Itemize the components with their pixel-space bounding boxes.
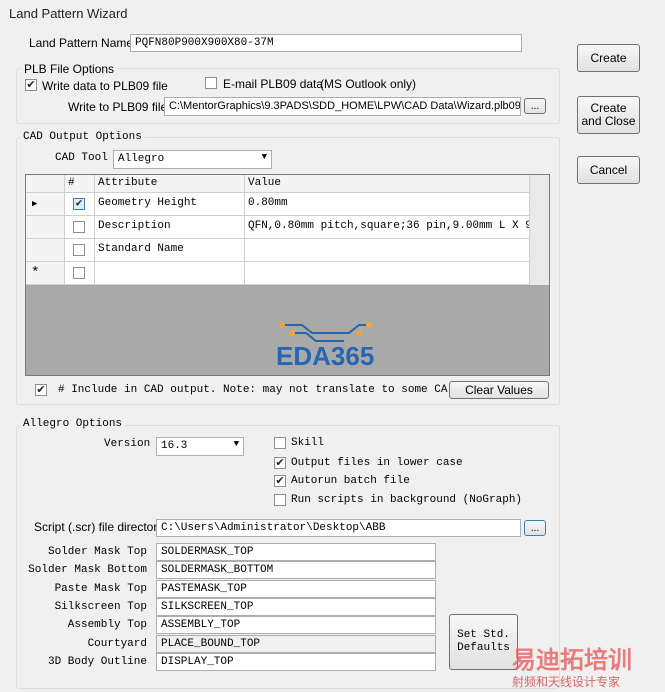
grid-corner <box>26 175 65 193</box>
clear-values-button[interactable]: Clear Values <box>449 381 549 399</box>
row-selector[interactable] <box>26 216 65 239</box>
eda365-logo: EDA365 <box>274 315 394 375</box>
table-cell-attribute[interactable]: Standard Name <box>95 239 245 262</box>
skill-checkbox[interactable] <box>274 437 286 449</box>
script-dir-browse-button[interactable]: ... <box>524 520 546 536</box>
layer-input-silkscreen-top[interactable]: SILKSCREEN_TOP <box>156 598 436 616</box>
layer-label-paste-mask-top: Paste Mask Top <box>54 583 147 595</box>
row-include-checkbox[interactable] <box>73 221 85 233</box>
table-cell-value[interactable]: 0.80mm <box>245 193 530 216</box>
row-selector-new[interactable]: * <box>26 262 65 285</box>
chevron-down-icon: ▼ <box>233 439 239 449</box>
plb-path-input[interactable]: C:\MentorGraphics\9.3PADS\SDD_HOME\LPW\C… <box>164 97 521 116</box>
table-cell-value[interactable]: QFN,0.80mm pitch,square;36 pin,9.00mm L … <box>245 216 530 239</box>
layer-label-3d-body-outline: 3D Body Outline <box>47 656 147 668</box>
logo-text: EDA365 <box>276 341 375 371</box>
table-cell-attribute[interactable] <box>95 262 245 285</box>
column-header-value[interactable]: Value <box>245 175 530 193</box>
cad-tool-select[interactable]: Allegro ▼ <box>113 150 272 169</box>
column-header-number[interactable]: # <box>65 175 95 193</box>
watermark-sub: 射频和天线设计专家 <box>512 675 621 689</box>
layer-input-assembly-top[interactable]: ASSEMBLY_TOP <box>156 616 436 634</box>
watermark-main: 易迪拓培训 <box>512 646 632 674</box>
row-selector-current[interactable]: ▶ <box>26 193 65 216</box>
table-row-checkbox-cell[interactable]: ✔ <box>65 193 95 216</box>
table-row-checkbox-cell[interactable] <box>65 262 95 285</box>
include-in-cad-label: # Include in CAD output. Note: may not t… <box>58 384 448 396</box>
table-row-checkbox-cell[interactable] <box>65 216 95 239</box>
land-pattern-name-input[interactable]: PQFN80P900X900X80-37M <box>130 34 522 52</box>
background-label: Run scripts in background (NoGraph) <box>291 494 523 506</box>
table-cell-attribute[interactable]: Geometry Height <box>95 193 245 216</box>
script-dir-label: Script (.scr) file directory <box>34 520 164 534</box>
skill-label: Skill <box>291 437 325 449</box>
layer-label-silkscreen-top: Silkscreen Top <box>54 601 147 613</box>
row-include-checkbox[interactable] <box>73 244 85 256</box>
cad-tool-label: CAD Tool <box>55 152 108 164</box>
version-label: Version <box>104 438 151 450</box>
layer-label-courtyard: Courtyard <box>87 638 147 650</box>
cad-tool-value: Allegro <box>118 153 165 165</box>
script-dir-input[interactable]: C:\Users\Administrator\Desktop\ABB <box>156 519 521 537</box>
layer-input-paste-mask-top[interactable]: PASTEMASK_TOP <box>156 580 436 598</box>
chevron-down-icon: ▼ <box>261 152 267 162</box>
grid-scrollbar-gutter <box>530 175 549 285</box>
write-data-label: Write data to PLB09 file <box>42 79 168 93</box>
allegro-group-title: Allegro Options <box>20 418 126 430</box>
autorun-label: Autorun batch file <box>291 475 410 487</box>
autorun-checkbox[interactable]: ✔ <box>274 475 286 487</box>
cad-group-title: CAD Output Options <box>20 131 145 143</box>
table-row-checkbox-cell[interactable] <box>65 239 95 262</box>
layer-input-solder-mask-bottom[interactable]: SOLDERMASK_BOTTOM <box>156 561 436 579</box>
email-checkbox[interactable] <box>205 77 217 89</box>
lower-case-checkbox[interactable]: ✔ <box>274 457 286 469</box>
create-button[interactable]: Create <box>577 44 640 72</box>
plb-browse-button[interactable]: ... <box>524 98 546 114</box>
layer-label-assembly-top: Assembly Top <box>67 619 147 631</box>
row-selector[interactable] <box>26 239 65 262</box>
cancel-button[interactable]: Cancel <box>577 156 640 184</box>
layer-label-solder-mask-top: Solder Mask Top <box>47 546 147 558</box>
row-include-checkbox[interactable]: ✔ <box>73 198 85 210</box>
set-std-defaults-button[interactable]: Set Std. Defaults <box>449 614 518 670</box>
create-and-close-button[interactable]: Create and Close <box>577 96 640 134</box>
version-value: 16.3 <box>161 440 188 452</box>
table-cell-value[interactable] <box>245 262 530 285</box>
write-to-label: Write to PLB09 file <box>68 100 168 114</box>
row-include-checkbox[interactable] <box>73 267 85 279</box>
layer-input-solder-mask-top[interactable]: SOLDERMASK_TOP <box>156 543 436 561</box>
email-label: E-mail PLB09 data <box>223 77 324 91</box>
write-data-checkbox[interactable]: ✔ <box>25 79 37 91</box>
include-in-cad-checkbox[interactable]: ✔ <box>35 384 47 396</box>
layer-label-solder-mask-bottom: Solder Mask Bottom <box>28 564 147 576</box>
land-pattern-name-label: Land Pattern Name <box>29 36 134 50</box>
version-select[interactable]: 16.3 ▼ <box>156 437 244 456</box>
attribute-grid: # Attribute Value ▶ ✔ Geometry Height 0.… <box>25 174 550 376</box>
layer-input-3d-body-outline[interactable]: DISPLAY_TOP <box>156 653 436 671</box>
background-checkbox[interactable] <box>274 494 286 506</box>
table-cell-value[interactable] <box>245 239 530 262</box>
plb-group-title: PLB File Options <box>21 62 118 76</box>
table-cell-attribute[interactable]: Description <box>95 216 245 239</box>
column-header-attribute[interactable]: Attribute <box>95 175 245 193</box>
window-title: Land Pattern Wizard <box>9 6 128 21</box>
lower-case-label: Output files in lower case <box>291 457 463 469</box>
layer-input-courtyard[interactable]: PLACE_BOUND_TOP <box>156 635 436 653</box>
email-note: (MS Outlook only) <box>320 77 417 91</box>
